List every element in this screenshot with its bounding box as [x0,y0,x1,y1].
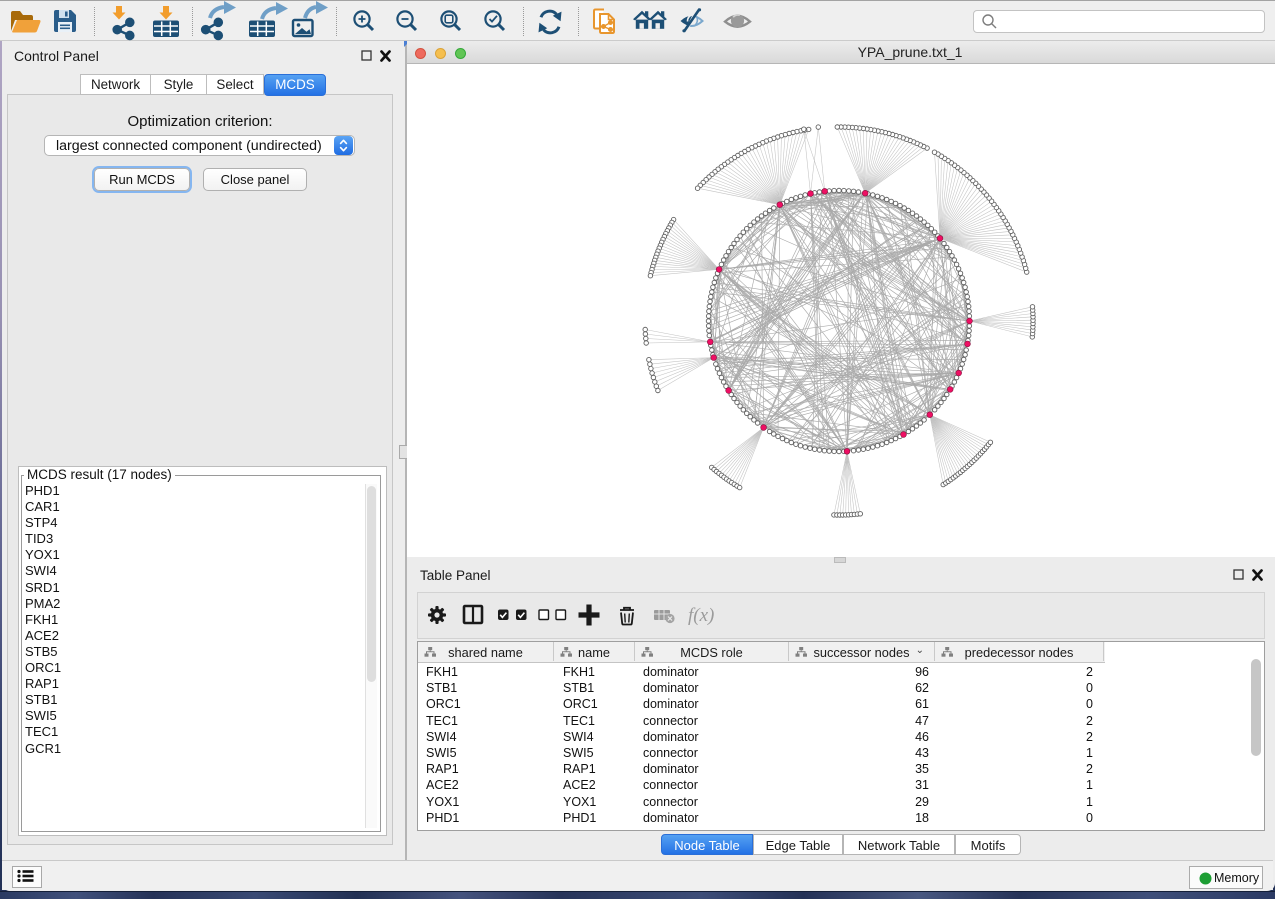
svg-text:f(x): f(x) [688,605,714,626]
